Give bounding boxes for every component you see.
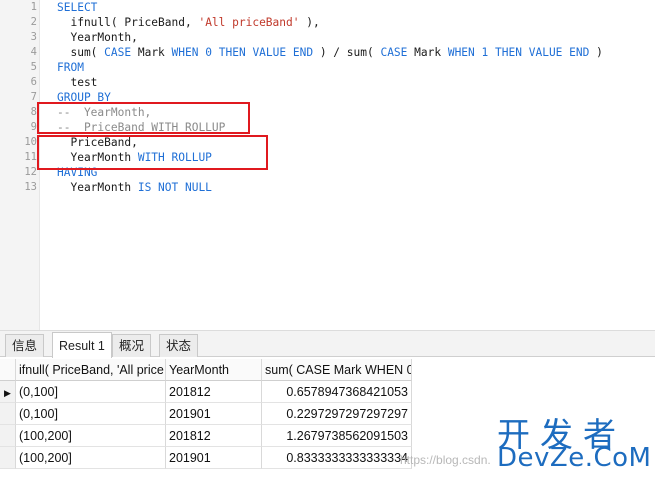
tab-result-1[interactable]: Result 1 — [52, 332, 112, 358]
line-number: 8 — [30, 106, 37, 118]
row-header-corner — [0, 359, 16, 381]
code-token: YearMonth, — [57, 31, 138, 44]
table-cell[interactable]: (100,200] — [16, 447, 166, 469]
table-row[interactable]: (100,200] 201901 0.8333333333333334 — [0, 447, 420, 469]
code-token: sum( — [57, 46, 105, 59]
highlight-box-commented-lines — [37, 102, 250, 134]
line-number: 1 — [30, 1, 37, 13]
line-number: 11 — [24, 151, 37, 163]
code-token: test — [57, 76, 98, 89]
code-token: ), — [299, 16, 320, 29]
table-row[interactable]: (100,200] 201812 1.2679738562091503 — [0, 425, 420, 447]
code-line[interactable]: 2 ifnull( PriceBand, 'All priceBand' ), — [0, 15, 655, 30]
code-token: THEN — [495, 46, 522, 59]
code-line[interactable]: 6 test — [0, 75, 655, 90]
code-token: SELECT — [57, 1, 98, 14]
row-indicator[interactable] — [0, 403, 16, 425]
tab-status[interactable]: 状态 — [159, 334, 199, 357]
table-cell[interactable]: 1.2679738562091503 — [262, 425, 412, 447]
code-token: 0 — [205, 46, 212, 59]
code-token: Mark — [131, 46, 172, 59]
table-cell[interactable]: (0,100] — [16, 403, 166, 425]
table-cell[interactable]: 0.8333333333333334 — [262, 447, 412, 469]
line-number: 10 — [24, 136, 37, 148]
code-text: sum( CASE Mark WHEN 0 THEN VALUE END ) /… — [57, 45, 603, 60]
row-indicator[interactable] — [0, 447, 16, 469]
current-row-arrow-icon: ▶ — [4, 388, 11, 398]
code-text: SELECT — [57, 0, 97, 15]
table-cell[interactable]: 201812 — [166, 381, 262, 403]
code-token: IS NOT NULL — [137, 181, 212, 194]
table-row[interactable]: ▶ (0,100] 201812 0.6578947368421053 — [0, 381, 420, 403]
code-token: Mark — [407, 46, 448, 59]
code-token: END — [292, 46, 314, 59]
code-line[interactable]: 1 SELECT — [0, 0, 655, 15]
line-number: 2 — [30, 16, 37, 28]
code-line[interactable]: 5 FROM — [0, 60, 655, 75]
code-token: FROM — [57, 61, 84, 74]
sql-editor[interactable]: 1 SELECT 2 ifnull( PriceBand, 'All priceBa… — [0, 0, 655, 330]
code-text: test — [57, 75, 97, 90]
code-text: YearMonth IS NOT NULL — [57, 180, 212, 195]
code-token: ) — [589, 46, 603, 59]
line-number: 12 — [24, 166, 37, 178]
table-cell[interactable]: 201901 — [166, 447, 262, 469]
code-token: VALUE — [528, 46, 563, 59]
row-indicator[interactable]: ▶ — [0, 381, 16, 403]
table-row[interactable]: (0,100] 201901 0.2297297297297297 — [0, 403, 420, 425]
line-number: 13 — [24, 181, 37, 193]
code-token: VALUE — [252, 46, 287, 59]
code-line[interactable]: 13 YearMonth IS NOT NULL — [0, 180, 655, 195]
line-number: 3 — [30, 31, 37, 43]
code-token: CASE — [104, 46, 132, 59]
table-cell[interactable]: (0,100] — [16, 381, 166, 403]
table-cell[interactable]: 201812 — [166, 425, 262, 447]
code-line[interactable]: 4 sum( CASE Mark WHEN 0 THEN VALUE END )… — [0, 45, 655, 60]
row-indicator[interactable] — [0, 425, 16, 447]
code-token: ) / sum( — [313, 46, 381, 59]
table-cell[interactable]: 0.2297297297297297 — [262, 403, 412, 425]
line-number: 9 — [30, 121, 37, 133]
line-number: 4 — [30, 46, 37, 58]
code-token: WHEN — [171, 46, 199, 59]
code-token: ifnull( PriceBand, — [57, 16, 199, 29]
grid-header-row: ifnull( PriceBand, 'All price YearMonth … — [0, 359, 420, 381]
tab-overview[interactable]: 概况 — [112, 334, 152, 357]
code-line[interactable]: 3 YearMonth, — [0, 30, 655, 45]
table-cell[interactable]: 201901 — [166, 403, 262, 425]
code-token: THEN — [218, 46, 246, 59]
code-text: YearMonth, — [57, 30, 138, 45]
column-header[interactable]: sum( CASE Mark WHEN 0 — [262, 359, 412, 381]
highlight-box-group-lines — [37, 135, 268, 170]
code-text: FROM — [57, 60, 84, 75]
code-token: 'All priceBand' — [198, 16, 300, 29]
code-token: YearMonth — [57, 181, 138, 194]
column-header[interactable]: ifnull( PriceBand, 'All price — [16, 359, 166, 381]
line-number: 5 — [30, 61, 37, 73]
watermark: https://blog.csdn. — [400, 453, 491, 467]
code-token: END — [569, 46, 590, 59]
line-number: 7 — [30, 91, 37, 103]
column-header[interactable]: YearMonth — [166, 359, 262, 381]
result-tab-bar: 信息 Result 1 概况 状态 — [0, 330, 655, 358]
code-token: CASE — [380, 46, 408, 59]
tab-info[interactable]: 信息 — [5, 334, 45, 357]
site-logo-domain: DevZe.CoM — [497, 443, 652, 473]
code-text: ifnull( PriceBand, 'All priceBand' ), — [57, 15, 320, 30]
code-token: WHEN — [447, 46, 475, 59]
table-cell[interactable]: (100,200] — [16, 425, 166, 447]
line-number: 6 — [30, 76, 37, 88]
table-cell[interactable]: 0.6578947368421053 — [262, 381, 412, 403]
